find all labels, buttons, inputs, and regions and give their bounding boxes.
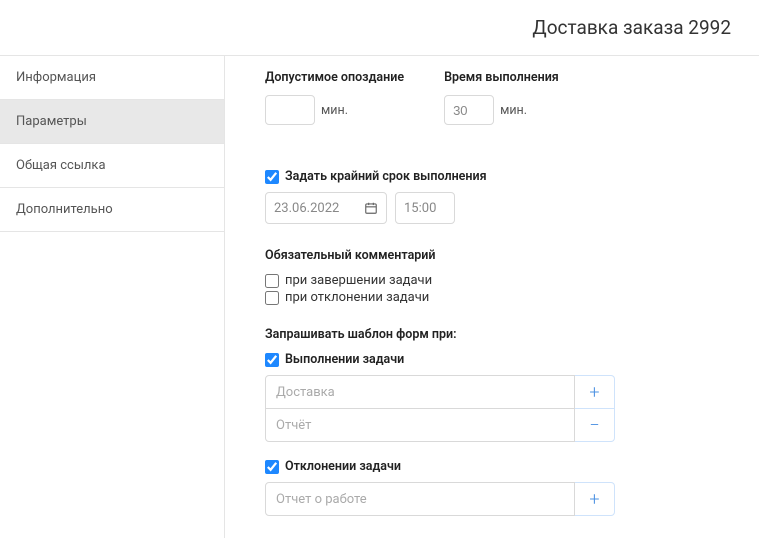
deadline-time-value: 15:00 <box>404 201 436 216</box>
sidebar-item-shared-link[interactable]: Общая ссылка <box>0 144 224 188</box>
sidebar: Информация Параметры Общая ссылка Дополн… <box>0 56 225 538</box>
add-template-button[interactable]: + <box>575 375 615 409</box>
minutes-suffix: мин. <box>500 103 527 118</box>
task-complete-label: Выполнении задачи <box>285 352 404 367</box>
deadline-date-input[interactable]: 23.06.2022 <box>265 192 387 224</box>
plus-icon: + <box>589 382 599 403</box>
template-field[interactable]: Доставка <box>265 375 575 409</box>
minutes-suffix: мин. <box>321 103 348 118</box>
page-title: Доставка заказа 2992 <box>532 16 731 39</box>
on-complete-checkbox[interactable] <box>265 274 279 288</box>
template-field[interactable]: Отчет о работе <box>265 482 575 516</box>
sidebar-item-info[interactable]: Информация <box>0 56 224 100</box>
remove-template-button[interactable]: − <box>575 408 615 442</box>
allowed-delay-label: Допустимое опоздание <box>265 70 404 85</box>
sidebar-item-additional[interactable]: Дополнительно <box>0 188 224 232</box>
task-complete-checkbox[interactable] <box>265 353 279 367</box>
calendar-icon <box>364 201 378 215</box>
exec-time-input[interactable] <box>444 95 494 125</box>
on-complete-label: при завершении задачи <box>285 273 432 288</box>
task-reject-checkbox[interactable] <box>265 460 279 474</box>
on-reject-label: при отклонении задачи <box>285 290 429 305</box>
deadline-time-input[interactable]: 15:00 <box>395 192 455 224</box>
deadline-label: Задать крайний срок выполнения <box>285 169 487 184</box>
minus-icon: − <box>589 415 599 436</box>
allowed-delay-input[interactable] <box>265 95 315 125</box>
task-reject-label: Отклонении задачи <box>285 459 401 474</box>
add-template-button[interactable]: + <box>575 482 615 516</box>
plus-icon: + <box>589 489 599 510</box>
template-field[interactable]: Отчёт <box>265 408 575 442</box>
deadline-date-value: 23.06.2022 <box>274 201 339 216</box>
main-panel: Допустимое опоздание мин. Время выполнен… <box>225 56 759 538</box>
mandatory-comment-title: Обязательный комментарий <box>265 248 719 263</box>
templates-title: Запрашивать шаблон форм при: <box>265 327 719 342</box>
deadline-checkbox[interactable] <box>265 170 279 184</box>
on-reject-checkbox[interactable] <box>265 291 279 305</box>
exec-time-label: Время выполнения <box>444 70 559 85</box>
sidebar-item-params[interactable]: Параметры <box>0 100 224 144</box>
